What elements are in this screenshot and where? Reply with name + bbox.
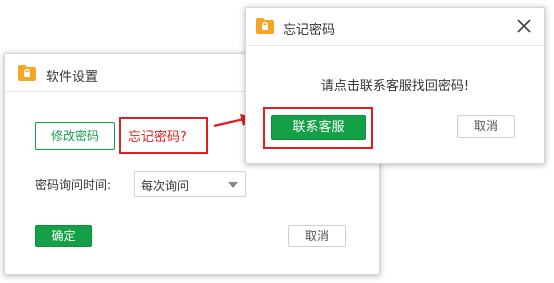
forgot-titlebar: 忘记密码	[246, 8, 544, 46]
password-interval-label: 密码询问时间:	[35, 178, 112, 192]
settings-title: 软件设置	[46, 70, 99, 85]
confirm-label: 确定	[51, 229, 76, 243]
forgot-message: 请点击联系客服找回密码!	[320, 79, 470, 94]
close-icon[interactable]	[516, 18, 532, 34]
lock-folder-icon	[256, 18, 274, 34]
settings-cancel-button[interactable]: 取消	[288, 225, 346, 247]
forgot-password-link[interactable]: 忘记密码?	[128, 126, 187, 145]
lock-folder-icon	[18, 65, 36, 81]
modify-password-label: 修改密码	[50, 129, 99, 143]
confirm-button[interactable]: 确定	[35, 225, 92, 247]
password-interval-value: 每次询问	[141, 179, 190, 193]
forgot-password-dialog: 忘记密码 请点击联系客服找回密码! 联系客服 取消	[245, 7, 545, 164]
forgot-cancel-label: 取消	[473, 119, 498, 133]
password-interval-select[interactable]: 每次询问	[134, 171, 246, 197]
contact-support-label: 联系客服	[292, 120, 345, 135]
contact-support-button[interactable]: 联系客服	[271, 115, 366, 140]
settings-cancel-label: 取消	[304, 229, 329, 243]
chevron-down-icon	[228, 182, 238, 188]
forgot-cancel-button[interactable]: 取消	[457, 115, 515, 138]
forgot-title: 忘记密码	[283, 23, 336, 38]
modify-password-button[interactable]: 修改密码	[35, 122, 115, 150]
